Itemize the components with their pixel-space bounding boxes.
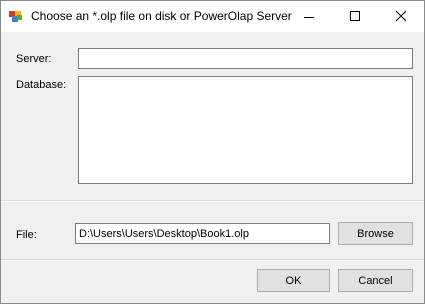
maximize-button[interactable]: [332, 1, 378, 32]
database-label: Database:: [16, 79, 67, 91]
close-button[interactable]: [378, 1, 424, 32]
app-icon: [9, 9, 23, 23]
server-label: Server:: [16, 53, 52, 65]
dialog-window: Choose an *.olp file on disk or PowerOla…: [0, 0, 425, 304]
server-input[interactable]: [78, 48, 413, 69]
file-label: File:: [16, 229, 37, 241]
cancel-button[interactable]: Cancel: [338, 269, 413, 292]
database-list[interactable]: [78, 76, 413, 184]
title-bar[interactable]: Choose an *.olp file on disk or PowerOla…: [1, 1, 424, 32]
dialog-body: Server: Database: File: Browse OK Cancel: [1, 32, 424, 303]
minimize-button[interactable]: [286, 1, 332, 32]
separator-top-highlight: [1, 201, 424, 202]
window-title: Choose an *.olp file on disk or PowerOla…: [31, 9, 292, 23]
ok-button[interactable]: OK: [257, 269, 330, 292]
separator-bottom-highlight: [1, 260, 424, 261]
browse-button[interactable]: Browse: [338, 222, 413, 245]
file-path-input[interactable]: [75, 223, 330, 244]
